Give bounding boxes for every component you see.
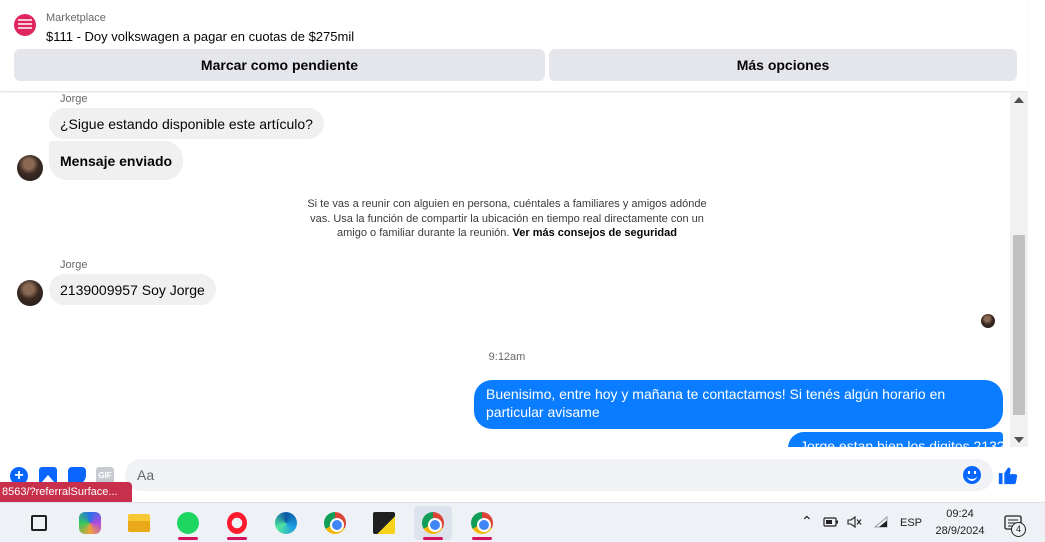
notification-count-badge: 4: [1011, 522, 1026, 537]
scroll-thumb[interactable]: [1013, 235, 1025, 415]
message-list: Jorge ¿Sigue estando disponible este art…: [0, 93, 1010, 447]
show-hidden-icons-icon[interactable]: ⌃: [801, 513, 813, 530]
messenger-window: Marketplace $111 - Doy volkswagen a paga…: [0, 0, 1045, 542]
safety-notice: Si te vas a reunir con alguien en person…: [300, 197, 714, 241]
message-composer: + GIF: [0, 448, 1028, 502]
incoming-message[interactable]: ¿Sigue estando disponible este artículo?: [49, 108, 324, 139]
spotify-icon[interactable]: [169, 506, 207, 540]
message-scrollbar[interactable]: [1010, 93, 1028, 447]
copilot-icon[interactable]: [71, 506, 109, 540]
clock-time[interactable]: 09:24: [930, 508, 990, 520]
windows-taskbar: ⌃ ESP 09:24 28/9/2024 4: [0, 502, 1045, 542]
more-options-button[interactable]: Más opciones: [549, 49, 1017, 81]
sender-name: Jorge: [60, 259, 88, 271]
outgoing-message[interactable]: Jorge estan bien los digitos 213?: [788, 432, 1005, 447]
file-explorer-icon[interactable]: [120, 506, 158, 540]
incoming-message[interactable]: Mensaje enviado: [49, 141, 184, 180]
sticky-notes-icon[interactable]: [365, 506, 403, 540]
message-timestamp: 9:12am: [488, 351, 526, 363]
safety-tips-link[interactable]: Ver más consejos de seguridad: [513, 227, 677, 239]
chrome-profile-icon[interactable]: [414, 506, 452, 540]
scroll-up-icon[interactable]: [1014, 97, 1024, 103]
wifi-icon[interactable]: [873, 515, 889, 529]
message-input[interactable]: [125, 459, 993, 491]
sender-name: Jorge: [60, 93, 88, 105]
scroll-down-icon[interactable]: [1014, 437, 1024, 443]
contact-avatar[interactable]: [17, 155, 43, 181]
listing-title[interactable]: $111 - Doy volkswagen a pagar en cuotas …: [46, 29, 354, 44]
thumbs-up-icon[interactable]: [997, 464, 1019, 486]
mark-pending-button[interactable]: Marcar como pendiente: [14, 49, 545, 81]
read-receipt-avatar: [981, 314, 995, 328]
contact-avatar[interactable]: [17, 280, 43, 306]
conversation-header: Marketplace $111 - Doy volkswagen a paga…: [0, 0, 1028, 92]
chrome-profile-2-icon[interactable]: [463, 506, 501, 540]
status-url-bar: 8563/?referralSurface...: [0, 482, 132, 502]
clock-date[interactable]: 28/9/2024: [930, 525, 990, 537]
incoming-message[interactable]: 2139009957 Soy Jorge: [49, 274, 216, 305]
input-language[interactable]: ESP: [900, 517, 922, 529]
battery-icon[interactable]: [823, 516, 839, 528]
speaker-muted-icon[interactable]: [847, 515, 863, 529]
outgoing-message[interactable]: Buenisimo, entre hoy y mañana te contact…: [474, 380, 1003, 429]
emoji-icon[interactable]: [963, 466, 981, 484]
marketplace-listing-icon[interactable]: [14, 14, 36, 36]
opera-icon[interactable]: [218, 506, 256, 540]
edge-icon[interactable]: [267, 506, 305, 540]
widgets-icon[interactable]: [20, 506, 58, 540]
header-source: Marketplace: [46, 12, 106, 24]
chrome-icon[interactable]: [316, 506, 354, 540]
